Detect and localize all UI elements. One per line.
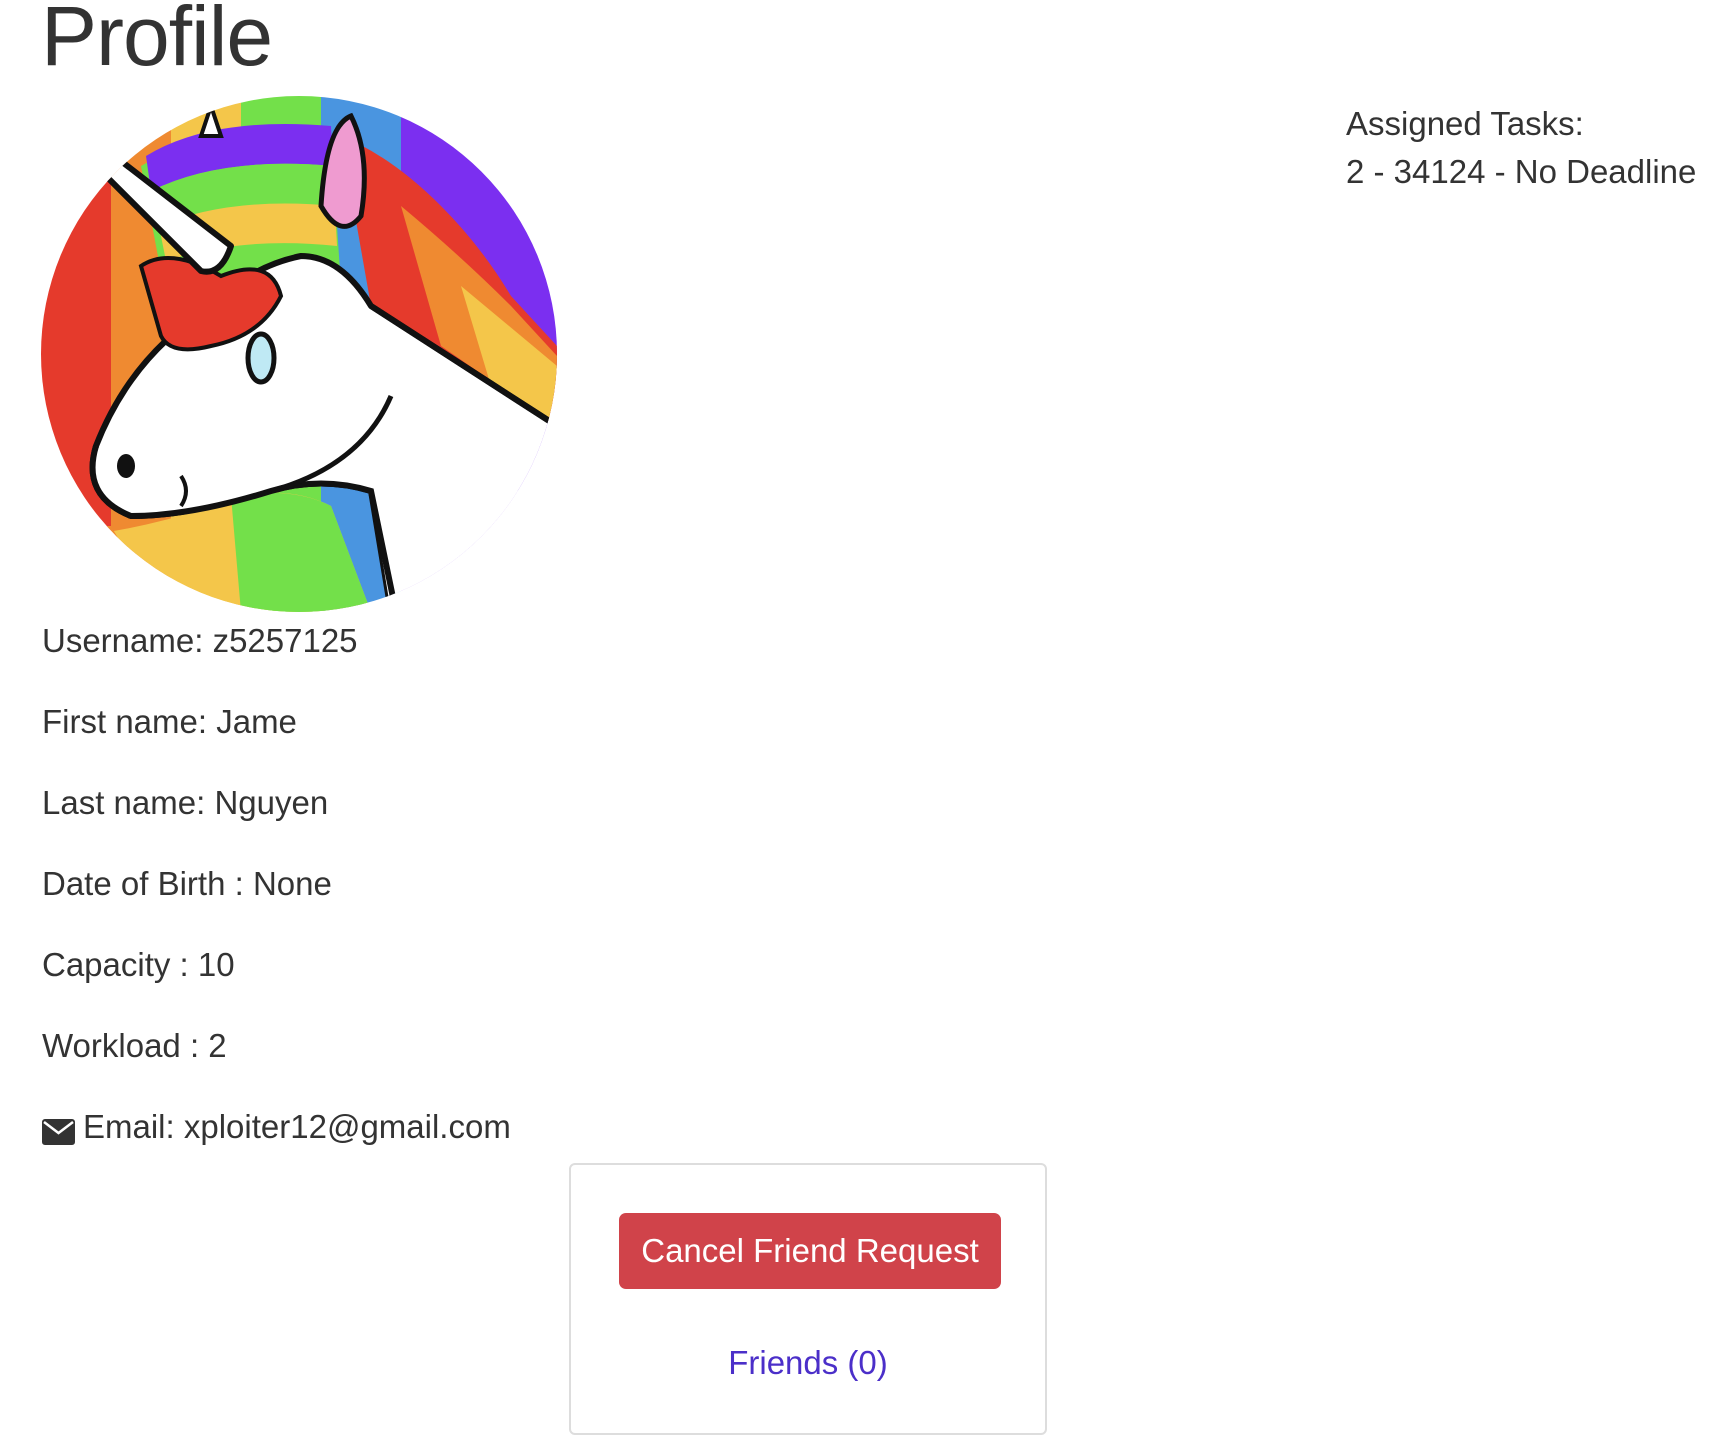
capacity-label: Capacity : xyxy=(42,946,189,983)
envelope-icon xyxy=(42,1114,75,1145)
dob-line: Date of Birth : None xyxy=(42,864,332,904)
capacity-line: Capacity : 10 xyxy=(42,945,235,985)
capacity-value: 10 xyxy=(197,946,235,983)
unicorn-avatar-icon xyxy=(41,96,557,612)
first-name-line: First name: Jame xyxy=(42,702,297,742)
assigned-tasks: Assigned Tasks: 2 - 34124 - No Deadline xyxy=(1346,100,1696,196)
last-name-line: Last name: Nguyen xyxy=(42,783,328,823)
email-label: Email: xyxy=(83,1108,175,1145)
page-title: Profile xyxy=(41,0,273,83)
task-item: 2 - 34124 - No Deadline xyxy=(1346,153,1697,190)
workload-label: Workload : xyxy=(42,1027,200,1064)
dob-label: Date of Birth : xyxy=(42,865,244,902)
friends-link[interactable]: Friends (0) xyxy=(571,1343,1045,1383)
first-name-value: Jame xyxy=(216,703,297,740)
cancel-friend-request-button[interactable]: Cancel Friend Request xyxy=(619,1213,1001,1289)
username-value: z5257125 xyxy=(212,622,358,659)
dob-value: None xyxy=(252,865,332,902)
workload-line: Workload : 2 xyxy=(42,1026,227,1066)
assigned-tasks-heading: Assigned Tasks: xyxy=(1346,105,1584,142)
username-line: Username: z5257125 xyxy=(42,621,358,661)
email-value: xploiter12@gmail.com xyxy=(183,1108,511,1145)
first-name-label: First name: xyxy=(42,703,208,740)
last-name-label: Last name: xyxy=(42,784,206,821)
username-label: Username: xyxy=(42,622,204,659)
avatar xyxy=(41,96,557,612)
friend-card: Cancel Friend Request Friends (0) xyxy=(569,1163,1047,1435)
email-line: Email: xploiter12@gmail.com xyxy=(42,1107,511,1147)
last-name-value: Nguyen xyxy=(214,784,329,821)
workload-value: 2 xyxy=(208,1027,227,1064)
